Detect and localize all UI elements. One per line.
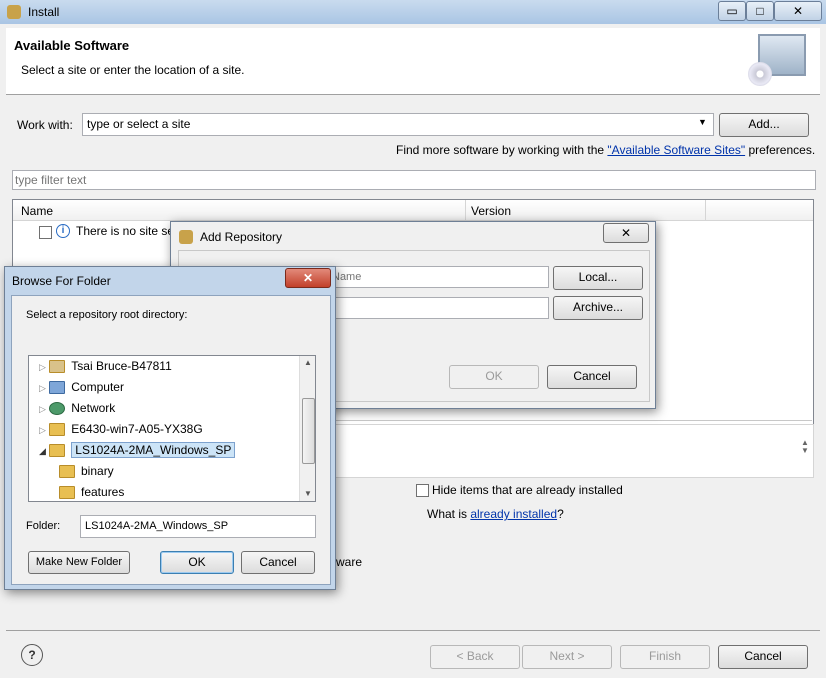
browse-close-button[interactable]: ✕ — [285, 268, 331, 288]
browse-folder-dialog: Browse For Folder ✕ Select a repository … — [4, 266, 336, 590]
tree-scrollbar[interactable]: ▲ ▼ — [299, 356, 315, 501]
eclipse-app-icon — [179, 230, 193, 244]
browse-ok-button[interactable]: OK — [160, 551, 234, 574]
chevron-down-icon[interactable]: ▼ — [698, 117, 707, 127]
expand-arrow-icon[interactable]: ▷ — [39, 362, 46, 372]
network-icon — [49, 402, 66, 416]
what-is-prefix: What is — [427, 507, 471, 521]
table-row-text: There is no site sel — [76, 224, 177, 238]
what-is-suffix: ? — [557, 507, 564, 521]
tree-item-network[interactable]: ▷ Network — [39, 398, 115, 418]
expand-arrow-icon[interactable]: ▷ — [39, 425, 46, 435]
wizard-header: Available Software Select a site or ente… — [6, 28, 820, 95]
folder-icon — [49, 444, 66, 458]
tree-item-ls1024a[interactable]: ◢ LS1024A-2MA_Windows_SP — [39, 440, 236, 460]
selected-folder-label: LS1024A-2MA_Windows_SP — [71, 442, 236, 458]
tree-item-user[interactable]: ▷ Tsai Bruce-B47811 — [39, 356, 172, 376]
minimize-button[interactable]: ▭ — [718, 1, 746, 21]
partial-option-label: ware — [336, 555, 363, 569]
page-title: Available Software — [14, 38, 130, 53]
available-sites-link[interactable]: "Available Software Sites" — [607, 143, 745, 157]
find-more-suffix: preferences. — [745, 143, 816, 157]
scroll-up-icon[interactable]: ▲ — [304, 358, 312, 367]
table-header: Name Version — [13, 200, 813, 221]
page-subtitle: Select a site or enter the location of a… — [21, 63, 245, 77]
eclipse-app-icon — [7, 5, 21, 19]
what-is-installed-text: What is already installed? — [427, 507, 564, 521]
browse-body: Select a repository root directory: ▷ Ts… — [11, 295, 331, 585]
scroll-down-icon[interactable]: ▼ — [304, 489, 312, 498]
help-icon[interactable]: ? — [21, 644, 43, 666]
repository-ok-button[interactable]: OK — [449, 365, 539, 389]
details-area: ▲ ▼ — [320, 424, 814, 478]
repository-location-input[interactable] — [329, 297, 549, 319]
add-site-button[interactable]: Add... — [719, 113, 809, 137]
finish-button[interactable]: Finish — [620, 645, 710, 669]
folder-icon — [59, 465, 75, 479]
column-name[interactable]: Name — [21, 204, 53, 218]
scroll-thumb[interactable] — [302, 398, 315, 464]
close-button[interactable]: ✕ — [774, 1, 822, 21]
browse-title: Browse For Folder — [12, 274, 111, 288]
column-divider — [465, 200, 466, 220]
column-divider — [705, 200, 706, 220]
collapse-arrow-icon[interactable]: ◢ — [39, 446, 46, 456]
folder-tree[interactable]: ▷ Tsai Bruce-B47811 ▷ Computer ▷ Network… — [28, 355, 316, 502]
browse-prompt: Select a repository root directory: — [26, 309, 188, 321]
hide-installed-label: Hide items that are already installed — [432, 483, 623, 497]
folder-field[interactable]: LS1024A-2MA_Windows_SP — [80, 515, 316, 538]
find-more-prefix: Find more software by working with the — [396, 143, 608, 157]
expand-arrow-icon[interactable]: ▷ — [39, 404, 46, 414]
window-title: Install — [28, 5, 60, 19]
title-bar: Install ▭ □ ✕ — [0, 0, 826, 24]
maximize-button[interactable]: □ — [746, 1, 774, 21]
info-icon: i — [56, 224, 70, 238]
expand-arrow-icon[interactable]: ▷ — [39, 383, 46, 393]
add-repository-close-button[interactable]: ✕ — [603, 223, 649, 243]
folder-value: LS1024A-2MA_Windows_SP — [85, 520, 229, 532]
filter-input[interactable] — [12, 170, 816, 190]
work-with-value: type or select a site — [87, 117, 191, 131]
tree-item-computer[interactable]: ▷ Computer — [39, 377, 124, 397]
already-installed-link[interactable]: already installed — [470, 507, 557, 521]
tree-item-e6430[interactable]: ▷ E6430-win7-A05-YX38G — [39, 419, 203, 439]
work-with-combo[interactable]: type or select a site ▼ — [82, 113, 714, 136]
tree-item-features[interactable]: features — [59, 482, 124, 501]
tree-item-binary[interactable]: binary — [59, 461, 114, 481]
work-with-label: Work with: — [17, 118, 73, 132]
back-button[interactable]: < Back — [430, 645, 520, 669]
repository-name-input[interactable] — [329, 266, 549, 288]
add-repository-title: Add Repository — [200, 230, 283, 244]
folder-label: Folder: — [26, 520, 61, 532]
cancel-button[interactable]: Cancel — [718, 645, 808, 669]
footer-separator — [6, 630, 820, 631]
local-button[interactable]: Local... — [553, 266, 643, 290]
archive-button[interactable]: Archive... — [553, 296, 643, 320]
repository-cancel-button[interactable]: Cancel — [547, 365, 637, 389]
cd-icon — [748, 62, 772, 86]
scroll-arrows-icon[interactable]: ▲ ▼ — [801, 439, 809, 455]
folder-icon — [59, 486, 75, 500]
make-new-folder-button[interactable]: Make New Folder — [28, 551, 130, 574]
user-folder-icon — [49, 360, 66, 374]
find-more-text: Find more software by working with the "… — [396, 143, 815, 157]
computer-icon — [49, 381, 66, 395]
browse-cancel-button[interactable]: Cancel — [241, 551, 315, 574]
column-version[interactable]: Version — [471, 204, 511, 218]
next-button[interactable]: Next > — [522, 645, 612, 669]
folder-icon — [49, 423, 66, 437]
hide-installed-checkbox[interactable] — [416, 484, 429, 497]
row-checkbox[interactable] — [39, 226, 52, 239]
